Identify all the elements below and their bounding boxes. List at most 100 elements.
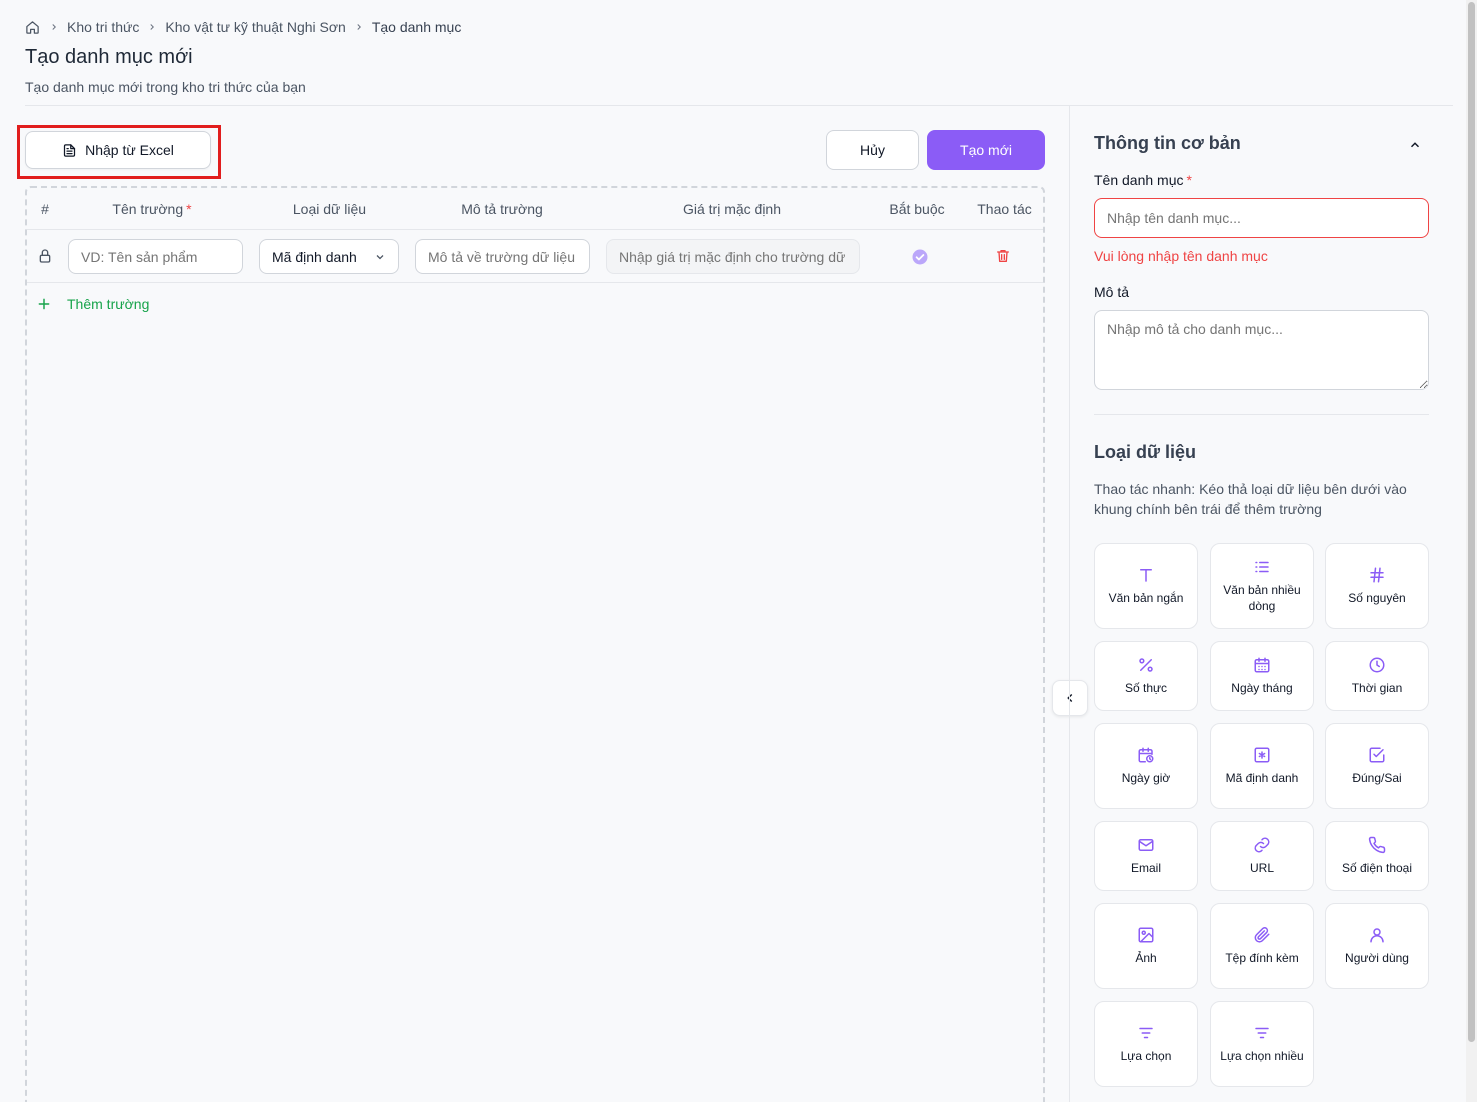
type-tile-label: Số nguyên bbox=[1348, 591, 1406, 605]
type-tile-float[interactable]: Số thực bbox=[1094, 641, 1198, 711]
default-value-input bbox=[606, 239, 860, 274]
required-check-icon[interactable] bbox=[911, 248, 929, 271]
column-default: Giá trị mặc định bbox=[682, 201, 782, 217]
calendar-icon bbox=[1254, 657, 1270, 673]
type-tile-label: Email bbox=[1130, 861, 1161, 875]
required-asterisk: * bbox=[1186, 172, 1192, 188]
type-tile-id[interactable]: Mã định danh bbox=[1210, 723, 1314, 809]
panel-divider bbox=[1069, 106, 1070, 1102]
type-tile-email[interactable]: Email bbox=[1094, 821, 1198, 891]
collapse-panel-button[interactable] bbox=[1052, 680, 1088, 716]
type-tile-time[interactable]: Thời gian bbox=[1325, 641, 1429, 711]
type-tile-label: Người dùng bbox=[1345, 951, 1409, 965]
type-tile-select[interactable]: Lựa chọn bbox=[1094, 1001, 1198, 1087]
type-tile-label: Lựa chọn bbox=[1120, 1049, 1172, 1063]
table-header: # Tên trường * Loại dữ liệu Mô tả trường … bbox=[27, 188, 1043, 230]
chevron-right-icon bbox=[147, 22, 157, 32]
field-description-input[interactable] bbox=[415, 239, 590, 274]
chevron-right-icon bbox=[49, 22, 59, 32]
type-tile-multi-select[interactable]: Lựa chọn nhiều bbox=[1210, 1001, 1314, 1087]
type-tile-integer[interactable]: Số nguyên bbox=[1325, 543, 1429, 629]
type-tile-attachment[interactable]: Tệp đính kèm bbox=[1210, 903, 1314, 989]
type-tile-label: Tệp đính kèm bbox=[1225, 951, 1299, 965]
column-type: Loại dữ liệu bbox=[292, 201, 367, 217]
cancel-button[interactable]: Hủy bbox=[826, 130, 919, 170]
type-tile-label: Ngày tháng bbox=[1231, 681, 1293, 695]
column-name: Tên trường * bbox=[67, 201, 237, 217]
add-field-button[interactable]: Thêm trường bbox=[37, 296, 149, 312]
column-actions: Thao tác bbox=[977, 201, 1032, 217]
field-name-input[interactable] bbox=[68, 239, 243, 274]
image-icon bbox=[1138, 927, 1154, 943]
table-row: Mã định danh bbox=[27, 230, 1043, 283]
type-tile-user[interactable]: Người dùng bbox=[1325, 903, 1429, 989]
breadcrumb-item-warehouse[interactable]: Kho vật tư kỹ thuật Nghi Sơn bbox=[165, 19, 345, 35]
category-name-label-text: Tên danh mục bbox=[1094, 172, 1184, 188]
type-tile-short-text[interactable]: Văn bản ngắn bbox=[1094, 543, 1198, 629]
multiline-text-icon bbox=[1255, 561, 1269, 573]
column-description: Mô tả trường bbox=[461, 201, 543, 217]
type-tile-phone[interactable]: Số điện thoại bbox=[1325, 821, 1429, 891]
breadcrumb-current: Tạo danh mục bbox=[371, 19, 462, 35]
type-tile-label: Văn bản nhiều dòng bbox=[1223, 583, 1301, 613]
checkbox-icon bbox=[1369, 747, 1385, 763]
data-types-title: Loại dữ liệu bbox=[1094, 442, 1197, 462]
breadcrumb: Kho tri thức Kho vật tư kỹ thuật Nghi Sơ… bbox=[25, 18, 461, 36]
breadcrumb-item-knowledge[interactable]: Kho tri thức bbox=[67, 19, 139, 35]
column-name-label: Tên trường bbox=[112, 201, 184, 217]
type-tile-image[interactable]: Ảnh bbox=[1094, 903, 1198, 989]
column-required: Bắt buộc bbox=[889, 201, 945, 217]
category-name-label: Tên danh mục * bbox=[1094, 172, 1192, 188]
clock-icon bbox=[1369, 657, 1385, 673]
category-name-input[interactable] bbox=[1094, 198, 1429, 238]
type-tile-date[interactable]: Ngày tháng bbox=[1210, 641, 1314, 711]
type-tile-label: Văn bản ngắn bbox=[1108, 591, 1184, 605]
hash-icon bbox=[1370, 567, 1384, 583]
type-tile-label: Ảnh bbox=[1135, 951, 1157, 965]
file-icon bbox=[64, 143, 76, 157]
type-tile-boolean[interactable]: Đúng/Sai bbox=[1325, 723, 1429, 809]
type-tile-label: Ngày giờ bbox=[1121, 771, 1171, 785]
phone-icon bbox=[1368, 836, 1386, 854]
header-divider bbox=[25, 105, 1453, 106]
calendar-clock-icon bbox=[1138, 747, 1154, 763]
multi-select-icon bbox=[1255, 1027, 1269, 1039]
home-icon[interactable] bbox=[25, 19, 41, 35]
page-subtitle: Tạo danh mục mới trong kho tri thức của … bbox=[25, 79, 306, 95]
type-tile-label: Mã định danh bbox=[1225, 771, 1299, 785]
create-button[interactable]: Tạo mới bbox=[927, 130, 1045, 170]
basic-info-title: Thông tin cơ bản bbox=[1094, 133, 1241, 153]
field-drop-area[interactable]: # Tên trường * Loại dữ liệu Mô tả trường … bbox=[25, 186, 1045, 1102]
user-icon bbox=[1370, 928, 1384, 943]
data-type-value: Mã định danh bbox=[272, 248, 357, 265]
add-field-label: Thêm trường bbox=[67, 296, 150, 312]
page-title: Tạo danh mục mới bbox=[25, 46, 193, 68]
percent-icon bbox=[1139, 658, 1153, 672]
delete-icon[interactable] bbox=[995, 248, 1011, 269]
lock-icon bbox=[37, 248, 53, 269]
import-excel-label: Nhập từ Excel bbox=[85, 142, 174, 158]
chevron-right-icon bbox=[354, 22, 364, 32]
column-index: # bbox=[41, 201, 49, 217]
type-tile-url[interactable]: URL bbox=[1210, 821, 1314, 891]
section-divider bbox=[1094, 414, 1429, 415]
type-tile-label: Thời gian bbox=[1351, 681, 1403, 695]
data-types-hint: Thao tác nhanh: Kéo thả loại dữ liệu bên… bbox=[1094, 481, 1407, 517]
scrollbar-thumb[interactable] bbox=[1468, 2, 1475, 1042]
mail-icon bbox=[1138, 839, 1154, 851]
required-asterisk: * bbox=[186, 201, 192, 217]
type-tile-label: Số thực bbox=[1124, 681, 1168, 695]
text-icon bbox=[1140, 569, 1152, 582]
select-icon bbox=[1139, 1027, 1153, 1039]
chevron-up-icon[interactable] bbox=[1405, 135, 1425, 155]
import-excel-button[interactable]: Nhập từ Excel bbox=[25, 131, 211, 169]
data-type-select[interactable]: Mã định danh bbox=[259, 239, 399, 274]
id-icon bbox=[1254, 747, 1270, 763]
description-textarea[interactable] bbox=[1094, 310, 1429, 390]
chevron-left-icon bbox=[1067, 693, 1073, 703]
paperclip-icon bbox=[1254, 927, 1270, 943]
type-tile-multiline-text[interactable]: Văn bản nhiều dòng bbox=[1210, 543, 1314, 629]
type-tile-datetime[interactable]: Ngày giờ bbox=[1094, 723, 1198, 809]
description-label: Mô tả bbox=[1094, 284, 1130, 300]
type-tile-label: URL bbox=[1249, 861, 1274, 875]
